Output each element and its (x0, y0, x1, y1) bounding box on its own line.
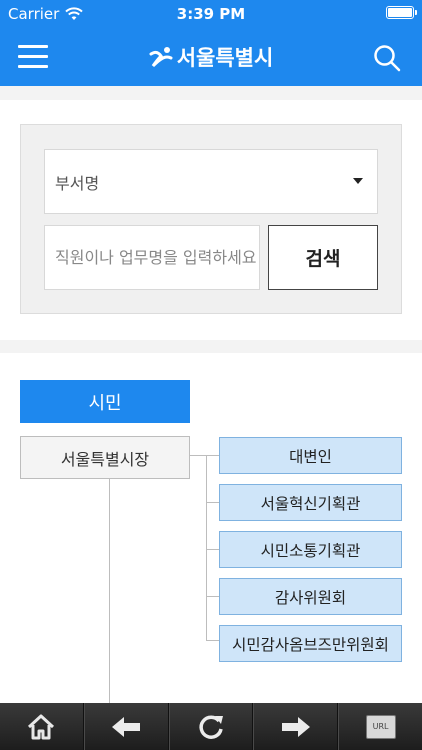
search-icon[interactable] (372, 43, 402, 73)
department-select[interactable]: 부서명 (44, 149, 378, 214)
forward-button[interactable] (253, 703, 339, 750)
forward-arrow-icon (281, 716, 310, 737)
org-connector-branch (206, 455, 207, 640)
org-connector-main (109, 479, 110, 709)
org-unit-ombudsman-committee[interactable]: 시민감사옴브즈만위원회 (219, 625, 402, 662)
org-root-citizen[interactable]: 시민 (20, 380, 190, 423)
org-connector-tick (206, 596, 219, 597)
divider-band-top (0, 86, 422, 100)
url-button[interactable]: URL (338, 703, 422, 750)
dropdown-caret-icon (353, 178, 363, 184)
battery-icon (386, 6, 417, 19)
org-connector-tick (206, 502, 219, 503)
org-connector-head (190, 455, 219, 456)
back-button[interactable] (83, 703, 169, 750)
home-button[interactable] (0, 703, 84, 750)
search-query-input[interactable] (44, 225, 260, 290)
logo-text: 서울특별시 (176, 46, 274, 70)
seoul-logo[interactable]: 서울특별시 (0, 42, 422, 72)
seoul-symbol-icon (149, 47, 173, 68)
department-select-value: 부서명 (55, 173, 100, 193)
status-bar: Carrier 3:39 PM (0, 0, 422, 28)
org-connector-tick (206, 640, 219, 641)
url-icon-label: URL (372, 722, 389, 731)
divider-band-middle (0, 340, 422, 353)
org-unit-communication-planning[interactable]: 시민소통기획관 (219, 531, 402, 568)
search-panel: 부서명 검색 (20, 124, 402, 314)
org-connector-tick (206, 549, 219, 550)
back-arrow-icon (112, 716, 141, 737)
browser-toolbar: URL (0, 703, 422, 750)
org-unit-spokesperson[interactable]: 대변인 (219, 437, 402, 474)
status-time: 3:39 PM (176, 5, 246, 23)
org-unit-audit-committee[interactable]: 감사위원회 (219, 578, 402, 615)
app-header: 서울특별시 (0, 28, 422, 86)
search-button[interactable]: 검색 (268, 225, 378, 290)
reload-icon (199, 715, 223, 739)
url-icon: URL (365, 714, 400, 743)
org-head-mayor[interactable]: 서울특별시장 (20, 436, 190, 479)
reload-button[interactable] (168, 703, 254, 750)
status-right (386, 6, 417, 19)
org-unit-innovation-planning[interactable]: 서울혁신기획관 (219, 484, 402, 521)
home-icon (28, 714, 55, 739)
